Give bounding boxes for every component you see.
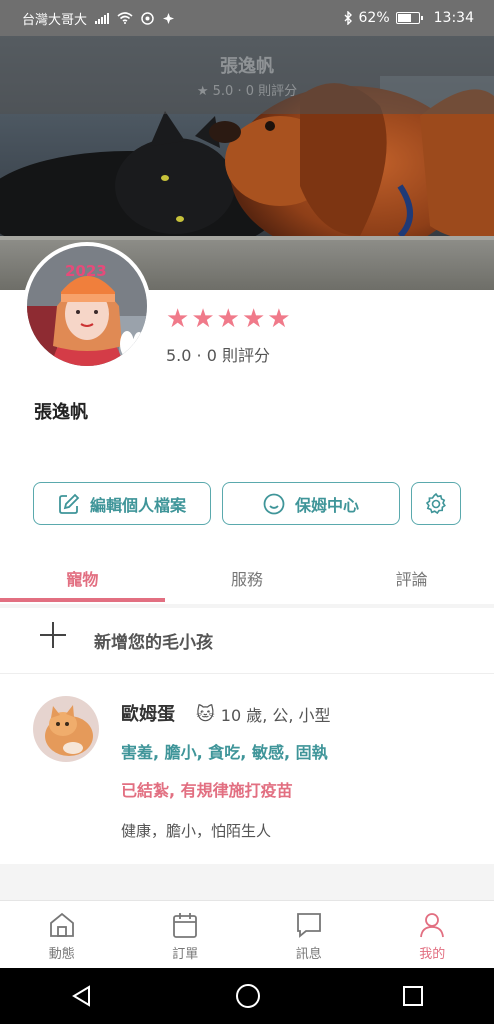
chat-icon	[296, 913, 321, 938]
nav-messages-label: 訊息	[295, 947, 322, 962]
status-bar: 台灣大哥大 62% 13:34	[0, 0, 494, 36]
pet-name: 歐姆蛋	[121, 704, 175, 725]
nav-orders[interactable]: 訂單	[124, 901, 248, 968]
recents-icon[interactable]	[402, 985, 424, 1007]
svg-text:2023: 2023	[65, 262, 107, 280]
signal-icon	[95, 12, 110, 24]
nanny-center-button[interactable]: 保姆中心	[222, 482, 400, 525]
plus-icon	[40, 622, 66, 648]
nav-feed[interactable]: 動態	[0, 901, 124, 968]
home-icon	[49, 912, 74, 937]
profile-tabs: 寵物 服務 評論	[0, 548, 494, 604]
avatar[interactable]: 2023	[23, 242, 151, 370]
star-icon: ★	[267, 304, 291, 334]
pets-panel: 新增您的毛小孩 歐姆蛋 🐱 10 歲, 公, 小型 害羞, 膽小, 貪吃, 敏感…	[0, 608, 494, 864]
edit-icon	[59, 493, 80, 514]
carrier-label: 台灣大哥大	[22, 12, 88, 28]
pet-traits: 害羞, 膽小, 貪吃, 敏感, 固執	[121, 743, 328, 762]
star-icon: ★	[191, 304, 215, 334]
clock: 13:34	[433, 10, 474, 26]
profile-card: 2023 ★ ★ ★ ★ ★ 5.0 · 0 則評分 張逸帆 編輯個人檔案 保姆…	[0, 242, 494, 548]
browser-icon	[141, 11, 154, 25]
calendar-icon	[173, 913, 198, 938]
pet-health-status: 已結紮, 有規律施打疫苗	[121, 781, 293, 800]
battery-icon	[395, 12, 423, 24]
star-rating: ★ ★ ★ ★ ★	[166, 306, 291, 332]
cover-rating: ★ 5.0 · 0 則評分	[196, 84, 298, 99]
bluetooth-icon	[344, 11, 352, 25]
nanny-center-label: 保姆中心	[294, 495, 359, 515]
star-icon: ★	[166, 304, 190, 334]
home-circle-icon[interactable]	[235, 983, 261, 1009]
tab-services[interactable]: 服務	[165, 548, 330, 604]
person-icon	[420, 913, 445, 938]
nav-me-label: 我的	[419, 947, 446, 962]
cat-icon: 🐱	[196, 703, 215, 725]
pet-photo	[33, 696, 99, 762]
nav-orders-label: 訂單	[172, 947, 199, 962]
gear-icon	[425, 492, 446, 514]
pet-meta: 10 歲, 公, 小型	[220, 706, 331, 725]
tab-reviews[interactable]: 評論	[329, 548, 494, 604]
add-pet-label: 新增您的毛小孩	[94, 633, 213, 653]
star-icon: ★	[216, 304, 240, 334]
rating-summary: 5.0 · 0 則評分	[166, 346, 270, 365]
add-pet-row[interactable]: 新增您的毛小孩	[0, 608, 494, 674]
tab-pets[interactable]: 寵物	[0, 548, 165, 604]
app-notification-icon	[163, 12, 175, 24]
system-nav-bar	[0, 968, 494, 1024]
back-icon[interactable]	[70, 984, 94, 1008]
nav-me[interactable]: 我的	[371, 901, 494, 968]
nav-messages[interactable]: 訊息	[247, 901, 371, 968]
nav-feed-label: 動態	[48, 947, 75, 962]
pet-avatar	[33, 696, 99, 762]
avatar-image: 2023	[27, 246, 147, 366]
cover-title: 張逸帆	[220, 56, 274, 77]
wifi-icon	[117, 12, 133, 24]
profile-name: 張逸帆	[34, 402, 88, 423]
edit-profile-button[interactable]: 編輯個人檔案	[33, 482, 211, 525]
bottom-nav: 動態 訂單 訊息 我的	[0, 900, 494, 968]
settings-button[interactable]	[411, 482, 461, 525]
smiley-icon	[263, 493, 285, 514]
star-icon: ★	[241, 304, 266, 334]
battery-percent: 62%	[358, 10, 390, 26]
edit-profile-label: 編輯個人檔案	[89, 495, 186, 515]
pet-note: 健康，膽小，怕陌生人	[121, 822, 272, 840]
